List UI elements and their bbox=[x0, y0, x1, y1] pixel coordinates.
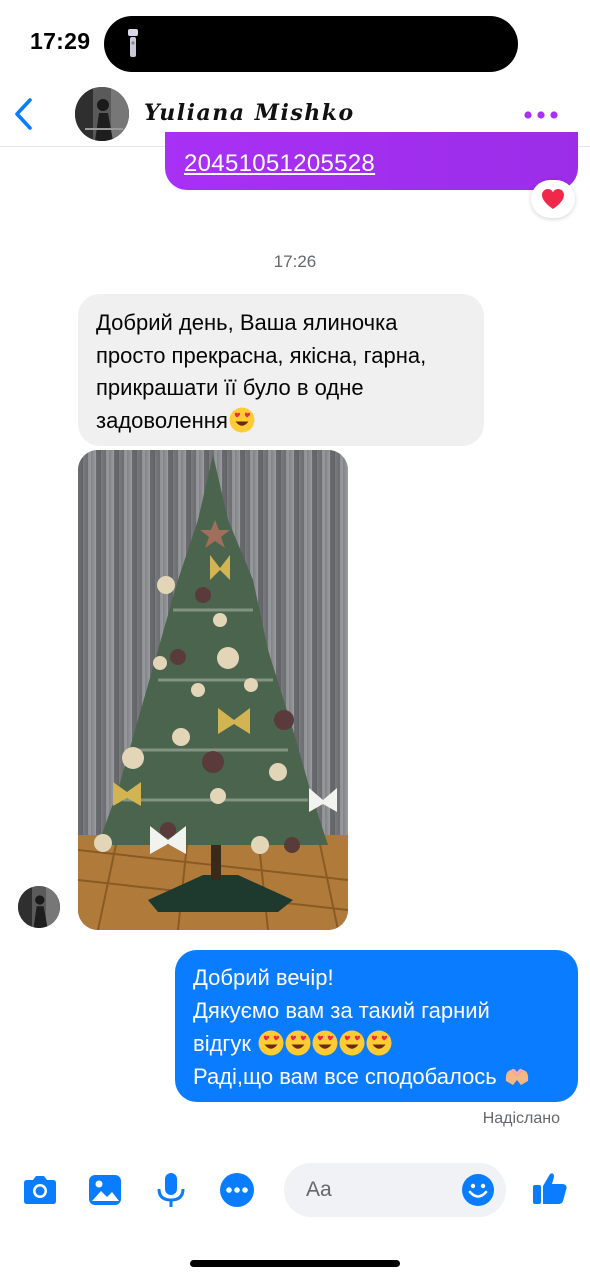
like-icon[interactable] bbox=[530, 1168, 570, 1208]
contact-name[interactable]: Yuliana Mishko bbox=[144, 100, 355, 126]
heart-eyes-emoji-icon bbox=[312, 1030, 338, 1056]
heart-reaction[interactable] bbox=[531, 180, 575, 218]
message-line: задоволення bbox=[96, 407, 228, 433]
more-dots-icon[interactable] bbox=[524, 111, 558, 119]
heart-eyes-emoji-icon bbox=[366, 1030, 392, 1056]
contact-avatar-small[interactable] bbox=[18, 886, 60, 928]
heart-eyes-emoji-icon bbox=[229, 407, 255, 432]
outgoing-message-text: Добрий вечір! Дякуємо вам за такий гарни… bbox=[193, 961, 573, 1093]
gallery-icon[interactable] bbox=[85, 1170, 125, 1210]
heart-eyes-emoji-icon bbox=[339, 1030, 365, 1056]
camera-icon[interactable] bbox=[20, 1170, 60, 1210]
message-line: Раді,що вам все сподобалось bbox=[193, 1064, 497, 1089]
message-line: прикрашати її було в одне bbox=[96, 375, 364, 400]
dynamic-island bbox=[104, 16, 518, 72]
message-photo[interactable] bbox=[78, 450, 348, 930]
incoming-message-text: Добрий день, Ваша ялиночка просто прекра… bbox=[96, 307, 480, 437]
heart-icon bbox=[542, 189, 564, 209]
message-line: Дякуємо вам за такий гарний bbox=[193, 998, 490, 1023]
message-input-placeholder: Aa bbox=[306, 1178, 332, 1201]
status-time: 17:29 bbox=[30, 28, 91, 54]
heart-hands-emoji-icon bbox=[505, 1068, 529, 1085]
heart-eyes-emoji-icon bbox=[258, 1030, 284, 1056]
microphone-icon[interactable] bbox=[151, 1170, 191, 1210]
message-timestamp: 17:26 bbox=[273, 252, 317, 271]
flashlight-icon bbox=[128, 29, 138, 57]
emoji-icon[interactable] bbox=[461, 1173, 495, 1207]
message-line: Добрий вечір! bbox=[193, 965, 334, 990]
sent-status: Надіслано bbox=[482, 1110, 560, 1127]
home-indicator bbox=[190, 1260, 400, 1267]
message-line: просто прекрасна, якісна, гарна, bbox=[96, 342, 427, 368]
more-icon[interactable] bbox=[217, 1170, 257, 1210]
heart-eyes-emoji-icon bbox=[285, 1030, 311, 1056]
message-link[interactable]: 20451051205528 bbox=[184, 150, 375, 178]
contact-avatar[interactable] bbox=[75, 87, 129, 141]
message-line: Добрий день, Ваша ялиночка bbox=[96, 310, 398, 335]
message-line: відгук bbox=[193, 1031, 252, 1056]
chevron-left-icon[interactable] bbox=[10, 95, 38, 133]
